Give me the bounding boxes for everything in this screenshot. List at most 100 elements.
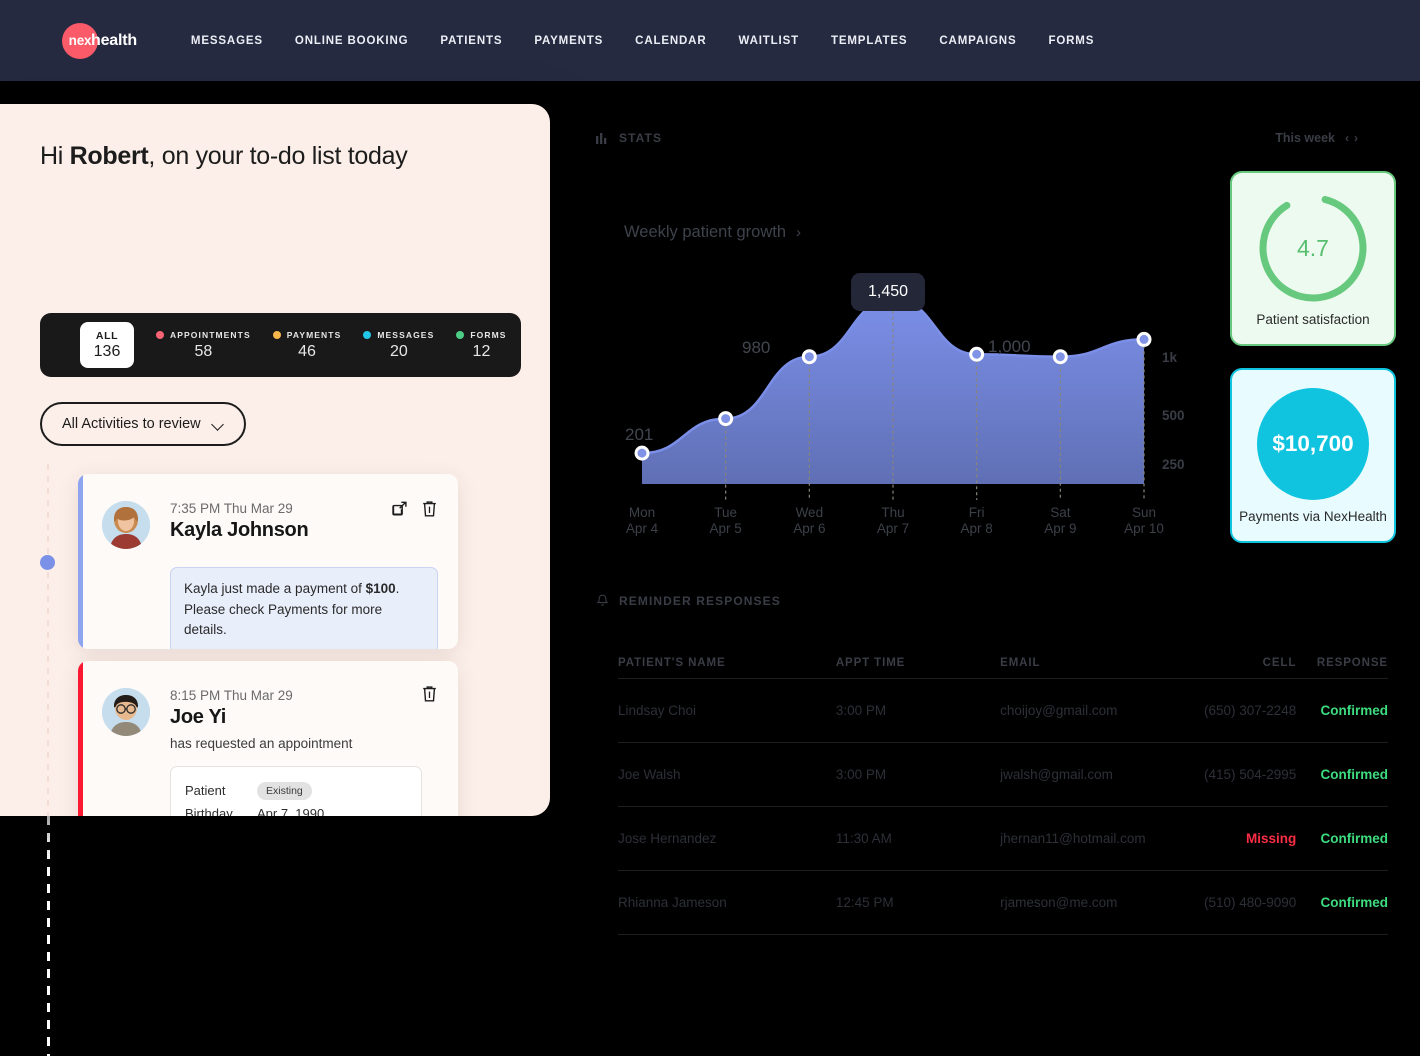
cell-appt-time: 12:45 PM bbox=[835, 895, 894, 910]
x-label-day: Thu bbox=[881, 505, 905, 520]
tab-payments[interactable]: PAYMENTS 46 bbox=[272, 329, 342, 361]
tab-label: PAYMENTS bbox=[286, 329, 342, 340]
cell-response: Confirmed bbox=[1320, 895, 1389, 910]
tab-label: MESSAGES bbox=[377, 329, 435, 340]
chart-x-label-fri: Fri Apr 8 bbox=[937, 505, 1017, 537]
tab-header: PAYMENTS bbox=[272, 329, 342, 340]
chart-data-point[interactable] bbox=[801, 349, 817, 365]
tab-dot-icon bbox=[272, 330, 281, 339]
patient-satisfaction-card: 4.7 Patient satisfaction bbox=[1230, 171, 1396, 346]
cell-response: Confirmed bbox=[1320, 767, 1389, 782]
activity-message-line2: Please check Payments for more details. bbox=[184, 601, 383, 638]
cell-phone: (650) 307-2248 bbox=[1203, 703, 1297, 718]
bar-chart-icon bbox=[596, 132, 607, 144]
bell-icon bbox=[596, 594, 609, 606]
activity-card-payment[interactable]: 7:35 PM Thu Mar 29 Kayla Johnson Kayla j… bbox=[78, 474, 458, 649]
activity-message-pre: Kayla just made a payment of bbox=[184, 581, 366, 596]
tab-value: 58 bbox=[194, 342, 213, 360]
table-row[interactable]: Lindsay Choi 3:00 PM choijoy@gmail.com (650… bbox=[618, 679, 1388, 742]
tab-header: MESSAGES bbox=[363, 330, 434, 340]
tab-label: FORMS bbox=[470, 329, 507, 340]
table-row[interactable]: Rhianna Jameson 12:45 PM rjameson@me.com (5… bbox=[618, 871, 1388, 934]
tab-forms[interactable]: FORMS 12 bbox=[456, 330, 506, 361]
nexhealth-logo[interactable]: nex health bbox=[62, 22, 137, 59]
chart-data-point[interactable] bbox=[718, 411, 734, 427]
todo-panel: Hi Robert, on your to-do list today ALL 1… bbox=[0, 104, 550, 816]
chart-data-point[interactable] bbox=[634, 445, 650, 461]
detail-row-birthday: Birthday Apr 7, 1990 bbox=[185, 802, 407, 816]
cell-email: jhernan11@hotmail.com bbox=[1000, 831, 1146, 846]
chart-data-point[interactable] bbox=[969, 346, 985, 362]
cell-email: jwalsh@gmail.com bbox=[1000, 767, 1113, 782]
trash-icon bbox=[423, 501, 436, 517]
y-tick-250: 250 bbox=[1162, 457, 1185, 472]
nav-item-payments[interactable]: PAYMENTS bbox=[518, 35, 619, 47]
chart-title[interactable]: Weekly patient growth › bbox=[624, 223, 801, 242]
open-external-icon[interactable] bbox=[391, 500, 408, 522]
nav-item-waitlist[interactable]: WAITLIST bbox=[723, 35, 815, 47]
table-row[interactable]: Jose Hernandez 11:30 AM jhernan11@hotmail.… bbox=[618, 807, 1388, 870]
nav-item-campaigns[interactable]: CAMPAIGNS bbox=[923, 35, 1032, 47]
range-arrows[interactable]: ‹ › bbox=[1345, 131, 1358, 145]
activities-filter-dropdown[interactable]: All Activities to review bbox=[40, 402, 246, 446]
cell-email: rjameson@me.com bbox=[1000, 895, 1118, 910]
external-link-icon bbox=[392, 501, 407, 516]
tab-value: 136 bbox=[93, 342, 121, 360]
stats-label: STATS bbox=[619, 131, 663, 145]
chart-point-label-mon: 201 bbox=[625, 425, 654, 444]
stats-section-header: STATS bbox=[596, 131, 662, 145]
chart-x-label-sun: Sun Apr 10 bbox=[1104, 505, 1184, 537]
tab-header: APPOINTMENTS bbox=[156, 330, 251, 340]
chart-data-point[interactable] bbox=[1136, 331, 1152, 347]
cell-email: choijoy@gmail.com bbox=[1000, 703, 1118, 718]
tab-messages[interactable]: MESSAGES 20 bbox=[363, 330, 434, 361]
tab-dot-icon bbox=[156, 330, 164, 339]
activity-message: Kayla just made a payment of $100. Pleas… bbox=[170, 567, 438, 649]
x-label-date: Apr 5 bbox=[709, 520, 742, 536]
nav-item-patients[interactable]: PATIENTS bbox=[424, 35, 518, 47]
activity-timestamp: 8:15 PM Thu Mar 29 bbox=[170, 688, 293, 703]
table-row[interactable]: Joe Walsh 3:00 PM jwalsh@gmail.com (415) 50… bbox=[618, 743, 1388, 806]
range-prev-icon[interactable]: ‹ bbox=[1345, 131, 1349, 145]
date-range-label: This week bbox=[1275, 131, 1335, 145]
table-row-divider bbox=[618, 934, 1388, 935]
x-label-date: Apr 6 bbox=[793, 520, 826, 536]
tab-appointments[interactable]: APPOINTMENTS 58 bbox=[156, 330, 251, 361]
date-range-selector[interactable]: This week ‹ › bbox=[1275, 131, 1358, 145]
activity-accent-bar bbox=[78, 474, 83, 649]
payments-card: $10,700 Payments via NexHealth bbox=[1230, 368, 1396, 543]
nav-item-online-booking[interactable]: ONLINE BOOKING bbox=[279, 35, 425, 47]
x-label-day: Sat bbox=[1050, 505, 1071, 520]
cell-phone: Missing bbox=[1246, 831, 1297, 846]
table-column-header: RESPONSE bbox=[1316, 657, 1388, 669]
table-header-row: PATIENT'S NAME APPT TIME EMAIL CELL RESPONSE bbox=[618, 648, 1388, 678]
range-next-icon[interactable]: › bbox=[1354, 131, 1358, 145]
chart-x-label-tue: Tue Apr 5 bbox=[686, 505, 766, 537]
activity-card-appointment-request[interactable]: 8:15 PM Thu Mar 29 Joe Yi has requested … bbox=[78, 661, 458, 816]
nav-item-calendar[interactable]: CALENDAR bbox=[619, 35, 722, 47]
cell-response: Confirmed bbox=[1320, 703, 1389, 718]
table-column-header: PATIENT'S NAME bbox=[618, 657, 726, 669]
x-label-date: Apr 4 bbox=[625, 520, 659, 536]
x-label-day: Tue bbox=[714, 505, 738, 520]
timeline-dashed-extension bbox=[47, 816, 50, 1056]
chart-title-text: Weekly patient growth bbox=[624, 223, 787, 241]
x-label-day: Fri bbox=[968, 505, 985, 520]
nav-item-templates[interactable]: TEMPLATES bbox=[815, 35, 923, 47]
delete-activity-button[interactable] bbox=[421, 500, 438, 523]
chart-tooltip-value: 1,450 bbox=[868, 283, 909, 300]
nav-item-messages[interactable]: MESSAGES bbox=[175, 35, 279, 47]
delete-activity-button[interactable] bbox=[421, 685, 438, 708]
activity-patient-name: Kayla Johnson bbox=[170, 519, 309, 541]
x-label-day: Mon bbox=[628, 505, 656, 520]
chart-data-point[interactable] bbox=[1052, 349, 1068, 365]
chart-point-label-fri: 1,000 bbox=[988, 337, 1031, 356]
top-navigation-bar: nex health MESSAGES ONLINE BOOKING PATIENT… bbox=[0, 0, 1420, 81]
satisfaction-caption: Patient satisfaction bbox=[1256, 312, 1370, 327]
nav-item-forms[interactable]: FORMS bbox=[1032, 35, 1110, 47]
cell-patient-name: Lindsay Choi bbox=[618, 703, 697, 718]
y-tick-500: 500 bbox=[1162, 408, 1185, 423]
x-label-date: Apr 9 bbox=[1044, 520, 1077, 536]
payments-value: $10,700 bbox=[1272, 431, 1354, 456]
tab-all[interactable]: ALL 136 bbox=[80, 322, 134, 368]
